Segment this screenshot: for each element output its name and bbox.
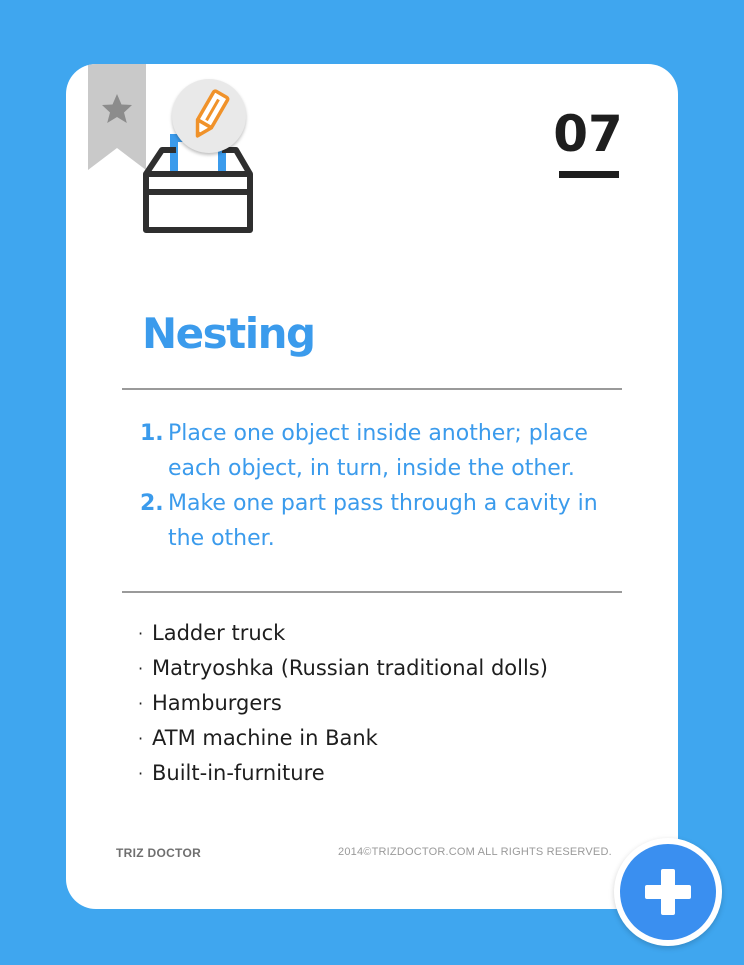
examples-divider bbox=[122, 591, 622, 593]
plus-icon bbox=[645, 869, 691, 915]
example-item: · Matryoshka (Russian traditional dolls) bbox=[138, 651, 638, 686]
example-text: Matryoshka (Russian traditional dolls) bbox=[152, 656, 548, 680]
bullet: · bbox=[138, 694, 144, 713]
example-item: · Hamburgers bbox=[138, 686, 638, 721]
principle-text: Make one part pass through a cavity in t… bbox=[168, 491, 598, 551]
pencil-icon bbox=[195, 89, 230, 138]
star-bookmark-icon[interactable] bbox=[88, 64, 146, 170]
footer-copyright: 2014©TRIZDOCTOR.COM ALL RIGHTS RESERVED. bbox=[338, 846, 612, 858]
bullet: · bbox=[138, 659, 144, 678]
card-number-underline bbox=[559, 171, 619, 178]
example-text: Ladder truck bbox=[152, 621, 286, 645]
title-divider bbox=[122, 388, 622, 390]
principle-text: Place one object inside another; place e… bbox=[168, 421, 588, 481]
bullet: · bbox=[138, 624, 144, 643]
example-item: · Built-in-furniture bbox=[138, 756, 638, 791]
principles-list: 1. Place one object inside another; plac… bbox=[140, 416, 630, 556]
principle-item: 2. Make one part pass through a cavity i… bbox=[140, 486, 630, 556]
pencil-edit-button[interactable] bbox=[172, 79, 246, 153]
example-item: · ATM machine in Bank bbox=[138, 721, 638, 756]
principle-card: 07 Nesting 1. Place one object inside an… bbox=[66, 64, 678, 909]
principle-number: 2. bbox=[140, 491, 164, 516]
principle-item: 1. Place one object inside another; plac… bbox=[140, 416, 630, 486]
card-number: 07 bbox=[553, 105, 623, 163]
add-button-circle bbox=[620, 844, 716, 940]
example-text: ATM machine in Bank bbox=[152, 726, 378, 750]
examples-list: · Ladder truck · Matryoshka (Russian tra… bbox=[138, 616, 638, 791]
footer-brand: TRIZ DOCTOR bbox=[116, 846, 202, 860]
principle-number: 1. bbox=[140, 421, 164, 446]
bullet: · bbox=[138, 729, 144, 748]
example-text: Hamburgers bbox=[152, 691, 282, 715]
add-button[interactable] bbox=[614, 838, 722, 946]
example-text: Built-in-furniture bbox=[152, 761, 325, 785]
bullet: · bbox=[138, 764, 144, 783]
example-item: · Ladder truck bbox=[138, 616, 638, 651]
card-title: Nesting bbox=[142, 309, 316, 358]
